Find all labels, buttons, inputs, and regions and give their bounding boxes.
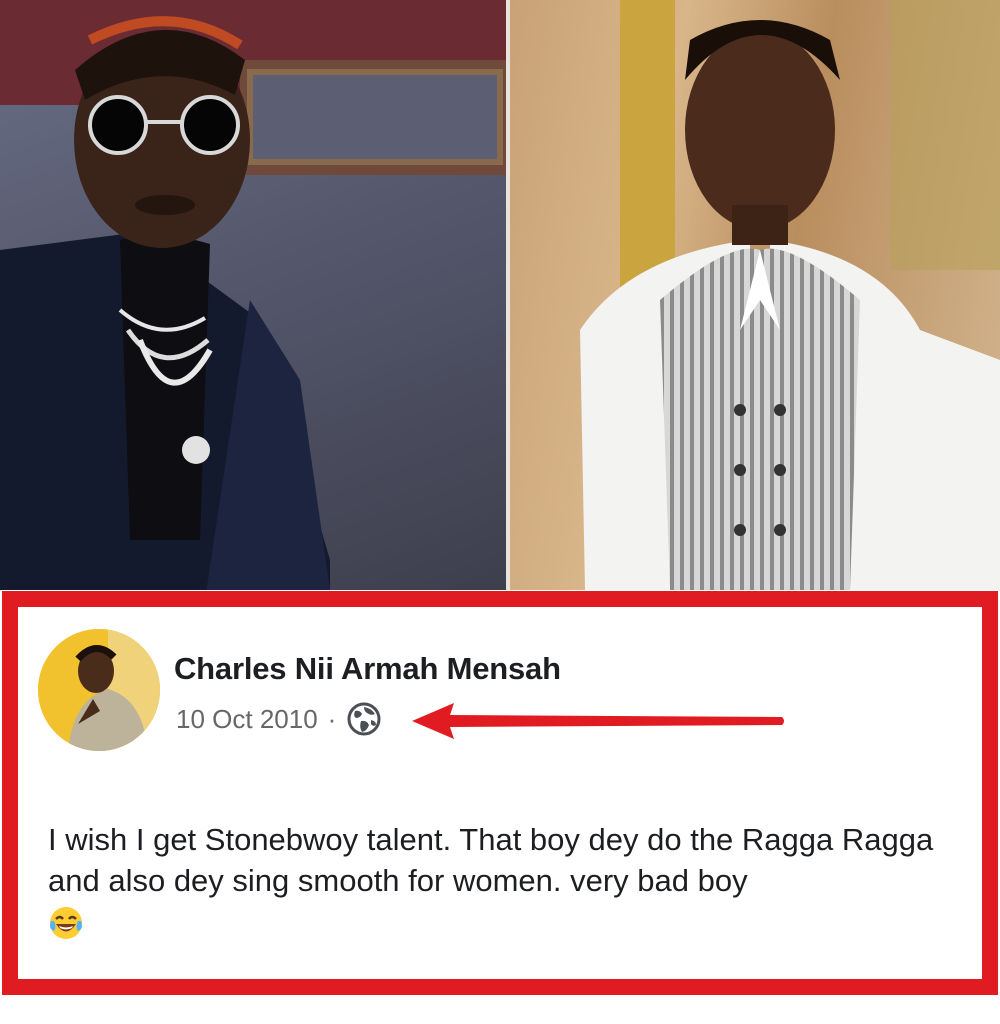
laughing-tears-emoji-icon: [50, 907, 82, 939]
header-photo-collage: [0, 0, 1000, 590]
post-meta: 10 Oct 2010 ·: [176, 701, 382, 737]
arrow-left-icon: [412, 703, 784, 739]
photo-left: [0, 0, 510, 590]
globe-icon[interactable]: [346, 701, 382, 737]
right-photo-illustration: [580, 0, 1000, 590]
meta-separator: ·: [327, 703, 337, 734]
avatar-image: [38, 629, 160, 751]
post-body: I wish I get Stonebwoy talent. That boy …: [48, 819, 968, 951]
left-photo-illustration: [0, 0, 510, 590]
post-body-text: I wish I get Stonebwoy talent. That boy …: [48, 822, 934, 898]
author-name[interactable]: Charles Nii Armah Mensah: [174, 651, 561, 687]
avatar[interactable]: [38, 629, 160, 751]
highlighted-post-card: Charles Nii Armah Mensah 10 Oct 2010 · I…: [2, 591, 998, 995]
post-date[interactable]: 10 Oct 2010: [176, 704, 318, 735]
photo-right: [510, 0, 1000, 590]
